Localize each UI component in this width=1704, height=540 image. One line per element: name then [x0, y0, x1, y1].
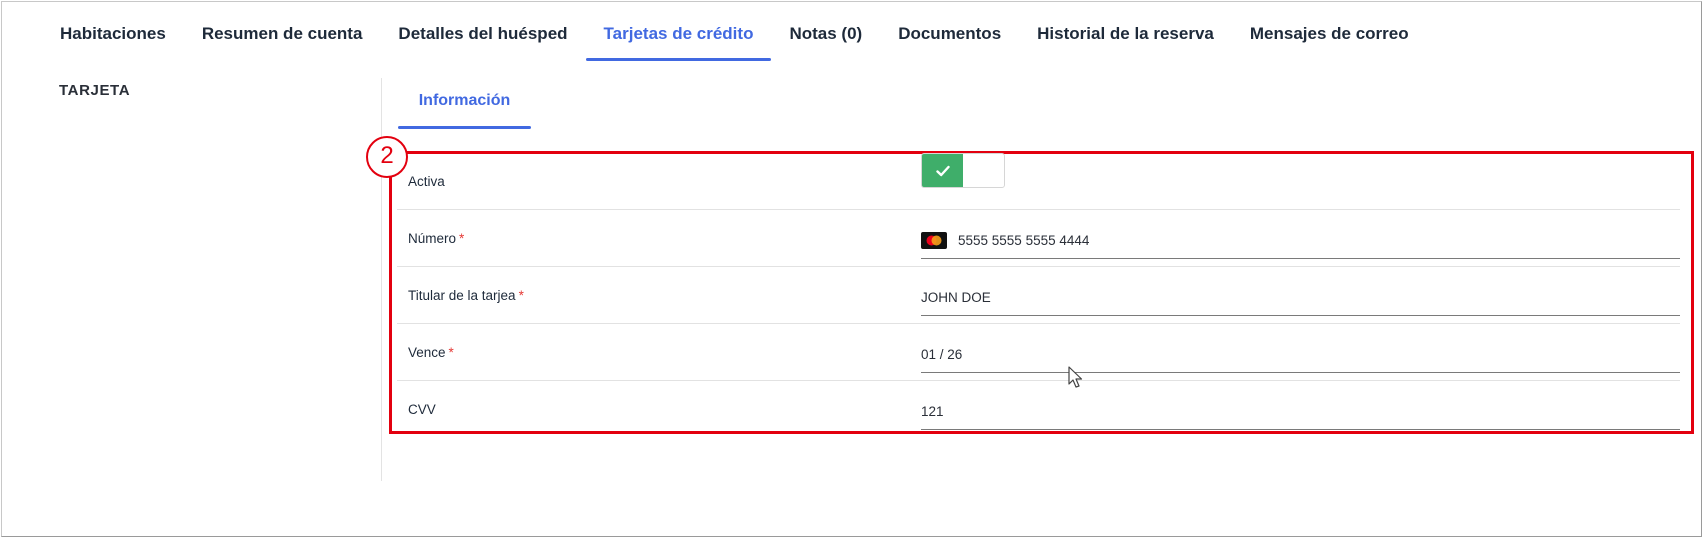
expiry-label: Vence *	[408, 345, 454, 360]
number-label: Número *	[408, 231, 465, 246]
tab-detalles-del-huesped[interactable]: Detalles del huésped	[380, 16, 585, 61]
tab-historial-de-la-reserva[interactable]: Historial de la reserva	[1019, 16, 1232, 61]
active-label: Activa	[408, 174, 445, 189]
tab-documentos[interactable]: Documentos	[880, 16, 1019, 61]
toggle-on-segment	[922, 154, 963, 187]
mastercard-icon	[921, 231, 947, 249]
tab-habitaciones[interactable]: Habitaciones	[42, 16, 184, 61]
active-toggle[interactable]	[921, 153, 1005, 188]
step-badge: 2	[366, 136, 408, 178]
top-tab-bar: Habitaciones Resumen de cuenta Detalles …	[42, 16, 1427, 61]
check-icon	[935, 165, 950, 176]
card-number-field[interactable]: 5555 5555 5555 4444	[921, 222, 1680, 259]
row-holder: Titular de la tarjea * JOHN DOE	[397, 267, 1680, 324]
required-mark: *	[518, 288, 524, 303]
card-holder-value: JOHN DOE	[921, 289, 991, 305]
card-number-value: 5555 5555 5555 4444	[958, 232, 1090, 248]
expiry-field[interactable]: 01 / 26	[921, 336, 1680, 373]
tab-mensajes-de-correo[interactable]: Mensajes de correo	[1232, 16, 1427, 61]
cvv-value: 121	[921, 403, 944, 419]
mouse-cursor-icon	[1068, 366, 1083, 388]
row-active: Activa	[397, 153, 1680, 210]
required-mark: *	[448, 345, 454, 360]
tab-tarjetas-de-credito[interactable]: Tarjetas de crédito	[585, 16, 772, 61]
tab-resumen-de-cuenta[interactable]: Resumen de cuenta	[184, 16, 381, 61]
row-cvv: CVV 121	[397, 381, 1680, 438]
tab-informacion[interactable]: Información	[398, 83, 531, 129]
cvv-field[interactable]: 121	[921, 393, 1680, 430]
required-mark: *	[459, 231, 465, 246]
expiry-value: 01 / 26	[921, 346, 963, 362]
cvv-label: CVV	[408, 402, 436, 417]
row-number: Número * 5555 5555 5555 4444	[397, 210, 1680, 267]
credit-card-form: Activa Número * 5555 5555 5555 4444 Titul…	[397, 153, 1680, 438]
holder-label: Titular de la tarjea *	[408, 288, 524, 303]
card-holder-field[interactable]: JOHN DOE	[921, 279, 1680, 316]
row-expiry: Vence * 01 / 26	[397, 324, 1680, 381]
tab-notas[interactable]: Notas (0)	[771, 16, 880, 61]
section-label-tarjeta: TARJETA	[59, 82, 131, 99]
